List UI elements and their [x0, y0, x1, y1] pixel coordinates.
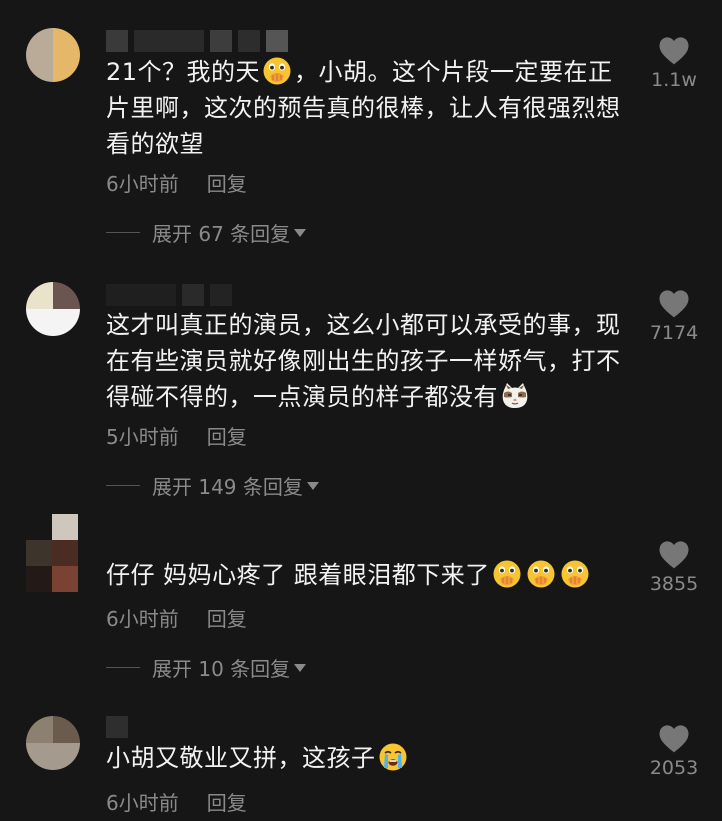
comment-text: 小胡又敬业又拼，这孩子 — [106, 740, 636, 776]
username-blurred[interactable] — [106, 716, 128, 738]
avatar[interactable] — [26, 716, 80, 770]
comment-time: 6小时前 — [106, 791, 179, 815]
like-count: 2053 — [649, 757, 699, 779]
crying-face-emoji-icon — [378, 742, 408, 772]
comment-item: 小胡又敬业又拼，这孩子 6小时前 回复 2053 — [0, 0, 722, 821]
comment-text-start: 小胡又敬业又拼，这孩子 — [106, 744, 376, 772]
comment-list: 21个？我的天 ，小胡。这个片段一定要在正片里啊，这次的预告真的很棒，让人有很强烈… — [0, 0, 722, 821]
reply-button[interactable]: 回复 — [207, 787, 247, 816]
comment-meta: 6小时前 回复 — [106, 787, 247, 816]
like-button[interactable]: 2053 — [644, 724, 704, 779]
heart-icon — [658, 724, 690, 753]
